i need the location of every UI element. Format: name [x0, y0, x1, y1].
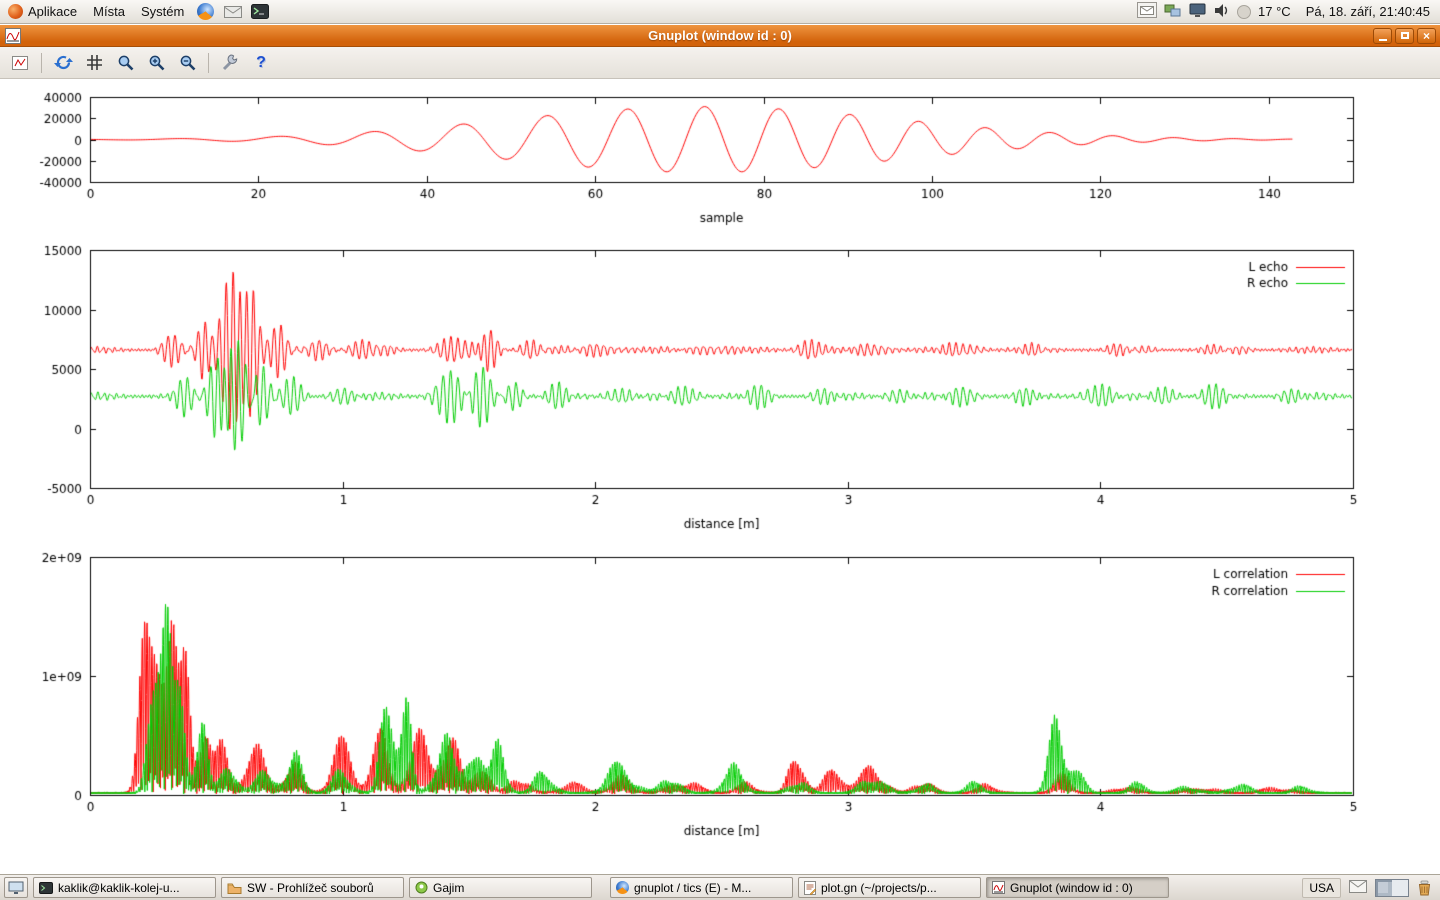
minimize-button[interactable] [1373, 28, 1392, 44]
desktop: Aplikace Místa Systém [0, 0, 1440, 900]
gnuplot-window: Gnuplot (window id : 0) × [0, 25, 1440, 874]
text-editor-icon [804, 881, 816, 895]
task-button-gnuplot[interactable]: Gnuplot (window id : 0) [986, 877, 1169, 898]
close-button[interactable]: × [1417, 28, 1436, 44]
firefox-icon [616, 881, 629, 894]
menu-applications-label: Aplikace [28, 4, 77, 19]
workspace-switcher[interactable] [1375, 879, 1409, 897]
menu-system-label: Systém [141, 4, 184, 19]
grid-button[interactable] [80, 50, 108, 76]
window-controls: × [1373, 28, 1436, 44]
settings-button[interactable] [216, 50, 244, 76]
display-icon[interactable] [1189, 3, 1206, 21]
help-label: ? [256, 54, 266, 72]
zoom-back-button[interactable] [111, 50, 139, 76]
menu-applications[interactable]: Aplikace [0, 0, 85, 24]
task-button-file-browser[interactable]: SW - Prohlížeč souborů [221, 877, 404, 898]
firefox-launcher-icon[interactable] [196, 2, 215, 21]
trash-icon[interactable] [1417, 880, 1432, 896]
terminal-launcher-icon[interactable] [250, 2, 269, 21]
ubuntu-logo-icon [8, 4, 23, 19]
refresh-button[interactable] [49, 50, 77, 76]
taskbar: kaklik@kaklik-kolej-u... SW - Prohlížeč … [0, 874, 1440, 900]
show-desktop-button[interactable] [4, 877, 28, 898]
zoom-out-button[interactable] [173, 50, 201, 76]
mail-launcher-icon[interactable] [223, 2, 242, 21]
gnuplot-icon [992, 881, 1005, 894]
gnuplot-window-icon [5, 28, 21, 44]
taskbar-right: USA [1302, 878, 1436, 898]
temperature-label[interactable]: 17 °C [1258, 4, 1291, 19]
task-label: gnuplot / tics (E) - M... [634, 881, 751, 895]
task-label: Gnuplot (window id : 0) [1010, 881, 1133, 895]
task-label: kaklik@kaklik-kolej-u... [58, 881, 180, 895]
workspace-1[interactable] [1376, 880, 1392, 896]
network-icon[interactable] [1164, 3, 1182, 21]
system-tray: 17 °C Pá, 18. září, 21:40:45 [1137, 2, 1440, 21]
clock-label[interactable]: Pá, 18. září, 21:40:45 [1298, 4, 1430, 19]
help-button[interactable]: ? [247, 50, 275, 76]
task-label: SW - Prohlížeč souborů [247, 881, 374, 895]
mail-tray-icon[interactable] [1349, 880, 1367, 896]
task-button-firefox[interactable]: gnuplot / tics (E) - M... [610, 877, 793, 898]
keyboard-layout-indicator[interactable]: USA [1302, 878, 1341, 898]
task-label: plot.gn (~/projects/p... [821, 881, 937, 895]
copy-plot-button[interactable] [6, 50, 34, 76]
menu-system[interactable]: Systém [133, 0, 192, 24]
toolbar: ? [0, 47, 1440, 79]
weather-icon[interactable] [1237, 5, 1251, 19]
volume-icon[interactable] [1213, 3, 1230, 21]
terminal-icon [39, 882, 53, 894]
maximize-button[interactable] [1395, 28, 1414, 44]
folder-icon [227, 882, 242, 894]
window-title: Gnuplot (window id : 0) [0, 28, 1440, 43]
toolbar-separator-2 [208, 53, 209, 73]
plot-area[interactable] [0, 79, 1440, 874]
mail-notifier-icon[interactable] [1137, 2, 1157, 21]
toolbar-separator [41, 53, 42, 73]
zoom-in-button[interactable] [142, 50, 170, 76]
task-button-terminal[interactable]: kaklik@kaklik-kolej-u... [33, 877, 216, 898]
titlebar[interactable]: Gnuplot (window id : 0) × [0, 25, 1440, 47]
top-panel: Aplikace Místa Systém [0, 0, 1440, 24]
menu-places[interactable]: Místa [85, 0, 133, 24]
task-button-gajim[interactable]: Gajim [409, 877, 592, 898]
task-button-editor[interactable]: plot.gn (~/projects/p... [798, 877, 981, 898]
gajim-icon [415, 881, 428, 894]
gnuplot-canvas[interactable] [0, 81, 1440, 861]
task-label: Gajim [433, 881, 464, 895]
menu-places-label: Místa [93, 4, 125, 19]
workspace-2[interactable] [1392, 880, 1408, 896]
